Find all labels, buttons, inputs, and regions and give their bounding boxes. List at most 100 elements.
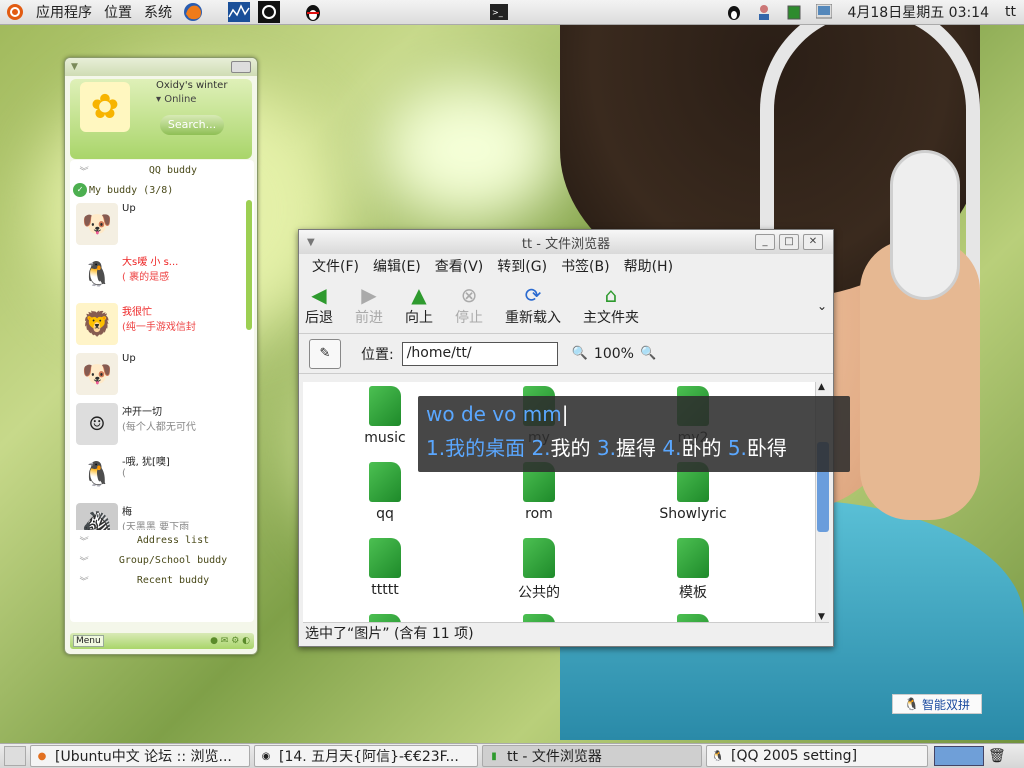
- menu-go[interactable]: 转到(G): [490, 256, 554, 276]
- scroll-down-icon[interactable]: ▼: [818, 612, 825, 622]
- qq-search-button[interactable]: Search...: [160, 115, 224, 135]
- qq-footer-icons[interactable]: ● ✉ ⚙ ◐: [210, 636, 250, 646]
- user-menu[interactable]: tt: [997, 4, 1024, 20]
- clock[interactable]: 4月18日星期五 03:14: [839, 2, 997, 22]
- toolbar-overflow-chevron-icon[interactable]: ⌄: [817, 299, 827, 313]
- flower-avatar-icon[interactable]: ✿: [80, 82, 130, 132]
- stop-button[interactable]: ⊗ 停止: [455, 283, 483, 327]
- folder-item[interactable]: 公共的: [489, 538, 589, 602]
- folder-item[interactable]: [489, 614, 589, 622]
- ime-status-indicator[interactable]: 🐧 智能双拼: [892, 694, 982, 714]
- buddy-row[interactable]: 🐧 大s嗳 小 s... ( 裹的是感: [70, 250, 254, 300]
- menu-system[interactable]: 系统: [138, 2, 178, 22]
- zoom-in-icon[interactable]: 🔍: [640, 346, 656, 361]
- expand-icon: ✓: [73, 183, 87, 197]
- group-school-buddy[interactable]: ︾ Group/School buddy: [70, 550, 254, 570]
- buddy-signature: (每个人都无可代: [122, 422, 196, 433]
- chevron-down-icon[interactable]: ▼: [71, 62, 78, 72]
- qq-penguin-icon: 🐧: [711, 750, 725, 762]
- group-recent-buddy[interactable]: ︾ Recent buddy: [70, 570, 254, 590]
- buddy-row[interactable]: 🦁 我很忙 (纯一手游戏信封: [70, 300, 254, 350]
- buddy-row[interactable]: 🐶 Up: [70, 200, 254, 250]
- qq-tray-icon[interactable]: [723, 1, 745, 23]
- buddy-row[interactable]: 🐶 Up: [70, 350, 254, 400]
- menu-edit[interactable]: 编辑(E): [366, 256, 428, 276]
- maximize-button[interactable]: □: [779, 234, 799, 250]
- stop-icon: ⊗: [460, 283, 478, 307]
- minimize-icon[interactable]: [231, 61, 251, 73]
- folder-label: ttttt: [371, 582, 399, 598]
- window-menu-chevron-icon[interactable]: ▼: [307, 237, 315, 248]
- folder-item[interactable]: [643, 614, 743, 622]
- taskbar-item[interactable]: ◉ [14. 五月天{阿信}-€€23F...: [254, 745, 478, 767]
- terminal-icon[interactable]: >_: [488, 1, 510, 23]
- taskbar-label: tt - 文件浏览器: [507, 749, 602, 765]
- back-button[interactable]: ◀ 后退: [305, 283, 333, 327]
- edit-location-icon[interactable]: ✎: [309, 338, 341, 369]
- show-desktop-icon[interactable]: [4, 746, 26, 766]
- group-label: Group/School buddy: [118, 554, 228, 566]
- candidate-number: 2.: [531, 436, 551, 460]
- buddy-signature: (: [122, 468, 126, 479]
- file-browser-titlebar[interactable]: ▼ tt - 文件浏览器 _ □ ✕: [299, 230, 833, 254]
- forward-button[interactable]: ▶ 前进: [355, 283, 383, 327]
- taskbar-item[interactable]: 🐧 [QQ 2005 setting]: [706, 745, 928, 767]
- menu-view[interactable]: 查看(V): [428, 256, 491, 276]
- ime-candidate[interactable]: 1.我的桌面: [426, 436, 525, 460]
- minimize-button[interactable]: _: [755, 234, 775, 250]
- qq-status[interactable]: ▾ Online: [156, 94, 196, 105]
- ime-candidate[interactable]: 2.我的: [531, 436, 590, 460]
- ime-mode-label: 智能双拼: [921, 697, 970, 712]
- folder-icon: [369, 614, 401, 622]
- menu-help[interactable]: 帮助(H): [617, 256, 680, 276]
- folder-item[interactable]: [335, 614, 435, 622]
- network-icon[interactable]: [813, 1, 835, 23]
- app-launcher-icon[interactable]: [258, 1, 280, 23]
- group-my-buddy[interactable]: ✓ My buddy (3/8): [70, 180, 254, 200]
- user-tray-icon[interactable]: [753, 1, 775, 23]
- taskbar-label: [14. 五月天{阿信}-€€23F...: [279, 749, 459, 765]
- ubuntu-logo-icon[interactable]: [4, 1, 26, 23]
- trash-icon[interactable]: 🗑: [988, 748, 1006, 764]
- ime-candidate[interactable]: 5.卧得: [728, 436, 787, 460]
- menu-file[interactable]: 文件(F): [305, 256, 366, 276]
- up-label: 向上: [405, 310, 433, 326]
- firefox-icon: ●: [37, 750, 47, 762]
- buddy-signature: ( 裹的是感: [122, 272, 170, 283]
- buddy-row[interactable]: 🐧 -哦, 犹[噢](: [70, 450, 254, 500]
- qq-menu-button[interactable]: Menu: [73, 635, 104, 647]
- close-button[interactable]: ✕: [803, 234, 823, 250]
- zoom-out-icon[interactable]: 🔍: [572, 346, 588, 361]
- reload-button[interactable]: ⟳ 重新载入: [505, 283, 561, 327]
- group-label: QQ buddy: [148, 164, 198, 176]
- folder-item[interactable]: 模板: [643, 538, 743, 602]
- folder-item[interactable]: ttttt: [335, 538, 435, 598]
- group-qq-buddy[interactable]: ︾ QQ buddy: [70, 160, 254, 180]
- taskbar-item[interactable]: ● [Ubuntu中文 论坛 :: 浏览...: [30, 745, 250, 767]
- ime-caret: |: [561, 402, 569, 426]
- firefox-icon[interactable]: [182, 1, 204, 23]
- menu-applications[interactable]: 应用程序: [30, 2, 98, 22]
- battery-icon[interactable]: [783, 1, 805, 23]
- system-monitor-icon[interactable]: [228, 1, 250, 23]
- taskbar-item[interactable]: ▮ tt - 文件浏览器: [482, 745, 702, 767]
- ime-candidate[interactable]: 4.卧的: [662, 436, 721, 460]
- chevron-icon: ︾: [78, 166, 88, 177]
- home-button[interactable]: ⌂ 主文件夹: [583, 283, 639, 327]
- buddy-row[interactable]: ☺ 冲开一切 (每个人都无可代: [70, 400, 254, 450]
- location-input[interactable]: /home/tt/: [401, 341, 558, 366]
- ime-candidate[interactable]: 3.握得: [597, 436, 656, 460]
- scroll-up-icon[interactable]: ▲: [818, 382, 825, 392]
- buddy-row[interactable]: 🦓 梅 (天黑黑 要下雨: [70, 500, 254, 530]
- menu-places[interactable]: 位置: [98, 2, 138, 22]
- ime-candidate-window: wo de vo mm| 1.我的桌面 2.我的 3.握得 4.卧的 5.卧得: [418, 396, 850, 472]
- qq-titlebar[interactable]: ▼: [65, 58, 257, 76]
- menu-bookmarks[interactable]: 书签(B): [554, 256, 617, 276]
- folder-label: qq: [376, 506, 394, 522]
- up-button[interactable]: ▲ 向上: [405, 283, 433, 327]
- window-title: tt - 文件浏览器: [521, 236, 611, 252]
- workspace-switcher[interactable]: [934, 746, 984, 766]
- qq-penguin-icon[interactable]: [302, 1, 324, 23]
- buddy-list: ︾ QQ buddy ✓ My buddy (3/8) 🐶 Up 🐧 大s嗳 小 s..…: [70, 160, 254, 622]
- group-address-list[interactable]: ︾ Address list: [70, 530, 254, 550]
